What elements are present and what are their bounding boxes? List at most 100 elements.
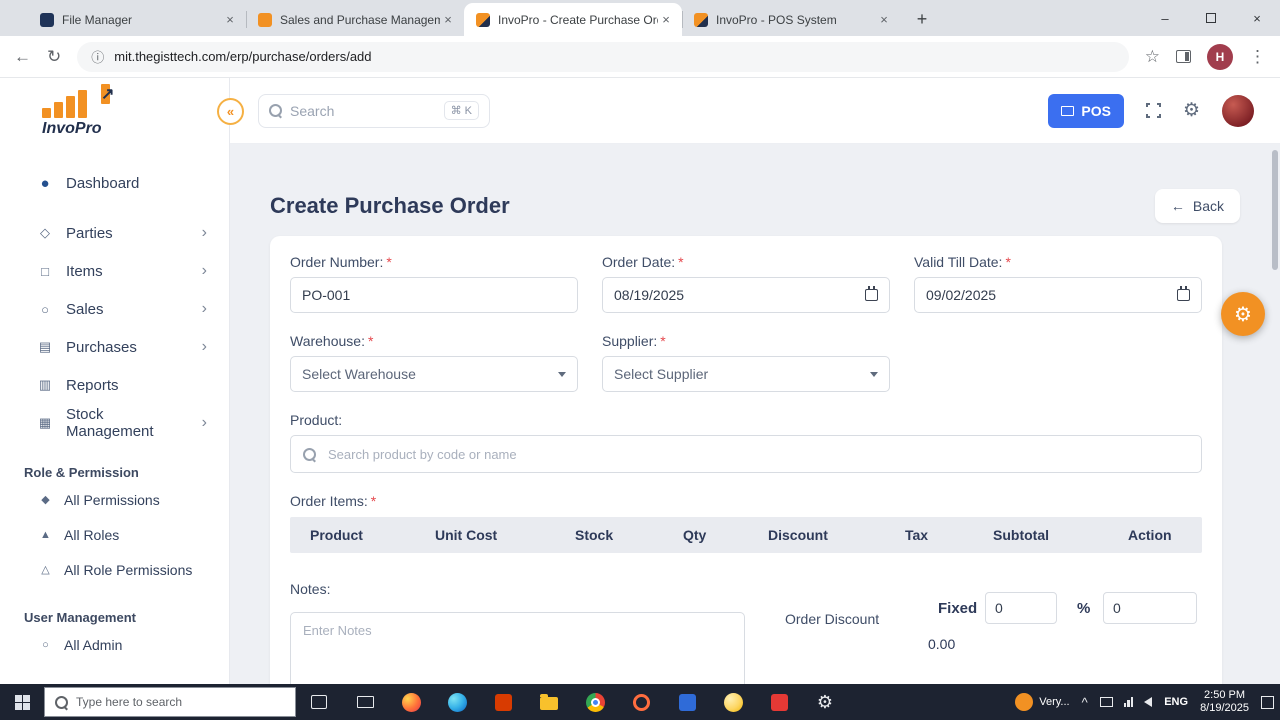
tray-app-badge[interactable]: Very... xyxy=(1015,693,1070,711)
back-icon[interactable]: ← xyxy=(14,47,31,67)
permissions-icon: ◆ xyxy=(41,494,50,506)
tab-pos-system[interactable]: InvoPro - POS System × xyxy=(682,3,900,36)
sidebar-item-all-role-permissions[interactable]: △ All Role Permissions xyxy=(0,552,229,587)
tray-clock[interactable]: 2:50 PM 8/19/2025 xyxy=(1200,689,1249,715)
settings-gear-icon: ⚙ xyxy=(816,691,834,712)
gear-icon: ⚙ xyxy=(1234,303,1252,326)
order-items-table-header: Product Unit Cost Stock Qty Discount Tax… xyxy=(290,517,1202,553)
sidebar-item-all-roles[interactable]: ▲ All Roles xyxy=(0,517,229,552)
taskbar-app-chrome-yellow[interactable] xyxy=(710,684,756,720)
items-icon: □ xyxy=(41,263,49,279)
taskbar-search[interactable]: Type here to search xyxy=(44,687,296,717)
back-button[interactable]: ← Back xyxy=(1154,189,1240,223)
maximize-button[interactable] xyxy=(1188,0,1234,36)
minimize-button[interactable]: – xyxy=(1142,0,1188,36)
col-action: Action xyxy=(1128,527,1172,543)
sidebar-item-reports[interactable]: ▥ Reports xyxy=(0,366,229,404)
url-field[interactable]: ⓘ mit.thegisttech.com/erp/purchase/order… xyxy=(77,41,1129,72)
tray-expand-chevron[interactable]: ^ xyxy=(1082,695,1088,710)
monitor-icon xyxy=(356,696,374,708)
taskbar-app-chrome[interactable] xyxy=(572,684,618,720)
tab-favicon xyxy=(258,12,272,27)
taskbar-app-file-explorer[interactable] xyxy=(526,684,572,720)
tab-close-icon[interactable]: × xyxy=(222,12,238,28)
sidebar-item-dashboard[interactable]: ● Dashboard xyxy=(0,164,229,202)
tray-display-icon[interactable] xyxy=(1099,697,1113,707)
firefox-icon xyxy=(401,692,421,712)
taskbar-app-red[interactable] xyxy=(756,684,802,720)
parties-icon: ◇ xyxy=(40,225,50,240)
global-search-input[interactable] xyxy=(290,102,436,119)
taskbar-app-firefox[interactable] xyxy=(388,684,434,720)
taskbar-app-blue[interactable] xyxy=(664,684,710,720)
sidebar-item-all-admin[interactable]: ○ All Admin xyxy=(0,627,229,662)
product-search-input[interactable] xyxy=(328,446,1189,462)
yellow-browser-icon xyxy=(723,692,743,712)
fixed-discount-input[interactable] xyxy=(985,592,1057,624)
sidebar-item-purchases[interactable]: ▤ Purchases › xyxy=(0,328,229,366)
valid-till-input[interactable] xyxy=(926,287,1177,303)
back-arrow-icon: ← xyxy=(1170,198,1185,214)
start-button[interactable] xyxy=(0,684,44,720)
search-icon xyxy=(55,695,68,709)
order-date-input[interactable] xyxy=(614,287,865,303)
col-stock: Stock xyxy=(575,527,614,543)
tab-close-icon[interactable]: × xyxy=(440,12,456,28)
sidebar-item-sales[interactable]: ○ Sales › xyxy=(0,290,229,328)
tab-close-icon[interactable]: × xyxy=(876,12,892,28)
required-marker: * xyxy=(386,254,392,270)
refresh-icon[interactable]: ↻ xyxy=(47,47,61,67)
browser-tab-strip: File Manager × Sales and Purchase Manage… xyxy=(0,0,1280,36)
sidebar-item-parties[interactable]: ◇ Parties › xyxy=(0,214,229,252)
browser-menu-icon[interactable]: ⋮ xyxy=(1249,47,1266,67)
order-number-input[interactable] xyxy=(302,287,566,303)
tab-create-purchase-order-active[interactable]: InvoPro - Create Purchase Ord... × xyxy=(464,3,682,36)
browser-profile-avatar[interactable]: H xyxy=(1207,43,1233,70)
gear-icon[interactable]: ⚙ xyxy=(1183,99,1200,122)
calendar-icon[interactable] xyxy=(865,286,878,301)
warehouse-select[interactable]: Select Warehouse xyxy=(290,356,578,392)
site-info-icon[interactable]: ⓘ xyxy=(91,47,104,66)
tab-sales-purchase[interactable]: Sales and Purchase Manageme... × xyxy=(246,3,464,36)
global-search[interactable]: ⌘ K xyxy=(258,93,490,128)
section-user-management: User Management xyxy=(24,609,136,625)
side-panel-icon[interactable] xyxy=(1176,50,1191,63)
tab-favicon xyxy=(476,12,490,27)
fullscreen-icon[interactable] xyxy=(1144,102,1162,119)
logo-chart-icon: ↗ xyxy=(42,84,114,118)
pos-button[interactable]: POS xyxy=(1048,93,1124,128)
tab-title: Sales and Purchase Manageme... xyxy=(280,12,440,27)
percent-discount-input[interactable] xyxy=(1103,592,1197,624)
taskbar-app-monitor[interactable] xyxy=(342,684,388,720)
sidebar-collapse-button[interactable]: « xyxy=(217,98,244,125)
tab-file-manager[interactable]: File Manager × xyxy=(28,3,246,36)
required-marker: * xyxy=(1005,254,1011,270)
sidebar-item-items[interactable]: □ Items › xyxy=(0,252,229,290)
new-tab-button[interactable]: + xyxy=(908,5,936,33)
user-avatar[interactable] xyxy=(1222,94,1254,127)
tab-favicon xyxy=(40,12,54,27)
notes-textarea[interactable] xyxy=(290,612,745,684)
taskbar-app-office[interactable] xyxy=(480,684,526,720)
tray-language[interactable]: ENG xyxy=(1164,696,1188,708)
taskbar-app-browser-ring[interactable] xyxy=(618,684,664,720)
sidebar-item-stock-management[interactable]: ▦ Stock Management › xyxy=(0,404,229,442)
page-scrollbar-thumb[interactable] xyxy=(1272,150,1278,270)
action-center-icon[interactable] xyxy=(1261,695,1274,709)
tray-volume-icon[interactable] xyxy=(1144,697,1153,707)
taskbar-app-settings[interactable]: ⚙ xyxy=(802,684,848,720)
url-text: mit.thegisttech.com/erp/purchase/orders/… xyxy=(114,49,372,64)
system-tray: Very... ^ ENG 2:50 PM 8/19/2025 xyxy=(1015,684,1280,720)
theme-settings-fab[interactable]: ⚙ xyxy=(1221,292,1265,336)
task-view-button[interactable] xyxy=(296,684,342,720)
sidebar-item-all-permissions[interactable]: ◆ All Permissions xyxy=(0,482,229,517)
close-button[interactable]: × xyxy=(1234,0,1280,36)
calendar-icon[interactable] xyxy=(1177,286,1190,301)
notes-section: Notes: xyxy=(290,581,745,684)
tray-network-icon[interactable] xyxy=(1123,697,1134,707)
tab-close-icon[interactable]: × xyxy=(658,12,674,28)
supplier-select[interactable]: Select Supplier xyxy=(602,356,890,392)
product-label: Product: xyxy=(290,412,343,428)
taskbar-app-edge[interactable] xyxy=(434,684,480,720)
bookmark-star-icon[interactable]: ☆ xyxy=(1145,47,1160,67)
